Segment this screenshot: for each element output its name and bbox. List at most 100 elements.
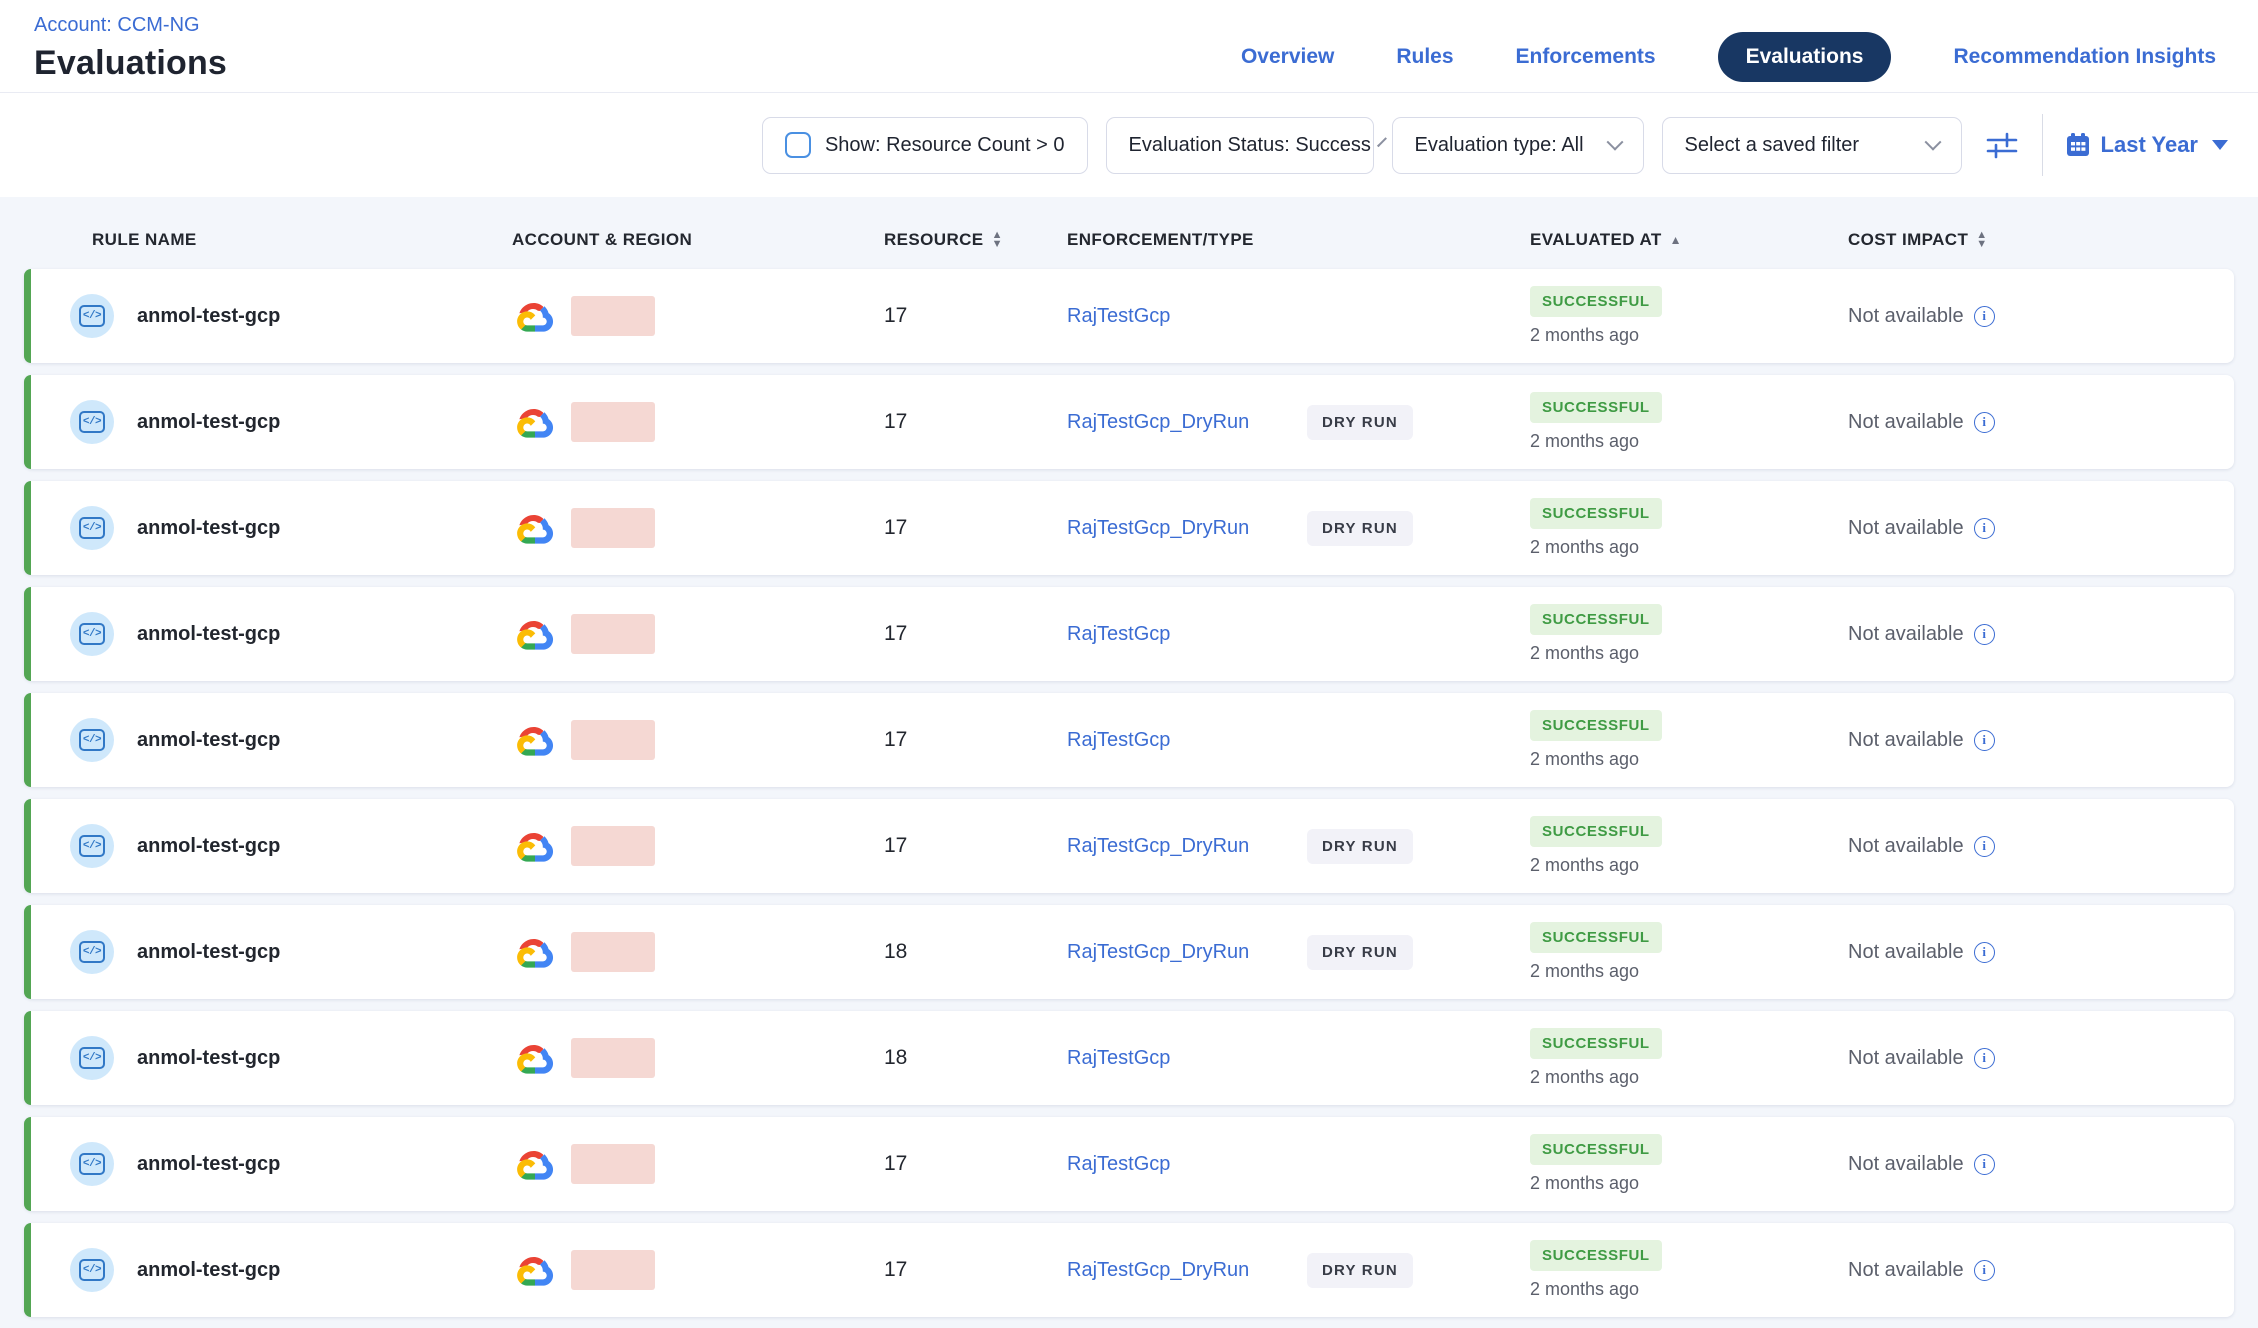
redacted-account-block (571, 614, 655, 654)
table-row[interactable]: </> anmol-test-gcp 18 RajTestGcp_DryRun … (24, 905, 2234, 999)
tab-enforcements[interactable]: Enforcements (1516, 45, 1656, 69)
tab-rules[interactable]: Rules (1396, 45, 1453, 69)
cost-impact-value: Not available (1848, 941, 1964, 964)
status-badge: SUCCESSFUL (1530, 1134, 1662, 1165)
rule-name[interactable]: anmol-test-gcp (137, 517, 280, 540)
rule-name[interactable]: anmol-test-gcp (137, 411, 280, 434)
evaluation-type-dropdown[interactable]: Evaluation type: All (1392, 117, 1644, 174)
evaluated-at-cell: SUCCESSFUL 2 months ago (1524, 816, 1844, 876)
status-badge: SUCCESSFUL (1530, 498, 1662, 529)
table-row[interactable]: </> anmol-test-gcp 17 RajTestGcp_DryRun … (24, 1223, 2234, 1317)
filter-settings-button[interactable] (1980, 123, 2024, 167)
evaluation-status-dropdown[interactable]: Evaluation Status: Success (1106, 117, 1374, 174)
account-breadcrumb[interactable]: Account: CCM-NG (34, 14, 227, 37)
enforcement-link[interactable]: RajTestGcp (1067, 1153, 1307, 1176)
resource-count: 17 (876, 410, 1060, 434)
table-row[interactable]: </> anmol-test-gcp 17 RajTestGcp SUCCES (24, 269, 2234, 363)
info-icon[interactable]: i (1974, 1260, 1995, 1281)
rule-name[interactable]: anmol-test-gcp (137, 941, 280, 964)
column-header-enforcement-type[interactable]: ENFORCEMENT/TYPE (1060, 230, 1524, 250)
account-region-cell (512, 402, 876, 442)
gcp-cloud-icon (512, 616, 556, 652)
info-icon[interactable]: i (1974, 624, 1995, 645)
table-row[interactable]: </> anmol-test-gcp 17 RajTestGcp_DryRun … (24, 799, 2234, 893)
chevron-down-icon (1377, 137, 1387, 147)
evaluated-at-cell: SUCCESSFUL 2 months ago (1524, 1134, 1844, 1194)
evaluated-at-cell: SUCCESSFUL 2 months ago (1524, 286, 1844, 346)
tab-evaluations-active[interactable]: Evaluations (1718, 32, 1892, 82)
cost-impact-cell: Not available i (1844, 517, 2234, 540)
row-status-accent-bar (24, 1223, 31, 1317)
tab-overview[interactable]: Overview (1241, 45, 1334, 69)
column-header-rule-name[interactable]: RULE NAME (24, 230, 512, 250)
column-header-evaluated-at[interactable]: EVALUATED AT ▲ (1524, 230, 1844, 250)
dry-run-badge: DRY RUN (1307, 935, 1413, 970)
resource-count: 17 (876, 1258, 1060, 1282)
redacted-account-block (571, 1144, 655, 1184)
status-badge: SUCCESSFUL (1530, 1240, 1662, 1271)
info-icon[interactable]: i (1974, 306, 1995, 327)
enforcement-cell: RajTestGcp (1060, 1047, 1524, 1070)
enforcement-link[interactable]: RajTestGcp (1067, 305, 1307, 328)
evaluated-time: 2 months ago (1530, 431, 1844, 452)
account-region-cell (512, 826, 876, 866)
sort-both-icon[interactable]: ▲▼ (992, 231, 1003, 249)
table-row[interactable]: </> anmol-test-gcp 17 RajTestGcp SUCCES (24, 587, 2234, 681)
chevron-down-icon (1924, 134, 1941, 151)
enforcement-link[interactable]: RajTestGcp_DryRun (1067, 411, 1307, 434)
info-icon[interactable]: i (1974, 730, 1995, 751)
sort-both-icon[interactable]: ▲▼ (1976, 231, 1987, 249)
enforcement-link[interactable]: RajTestGcp_DryRun (1067, 1259, 1307, 1282)
status-badge: SUCCESSFUL (1530, 1028, 1662, 1059)
enforcement-link[interactable]: RajTestGcp (1067, 623, 1307, 646)
rule-name-cell: </> anmol-test-gcp (24, 400, 512, 444)
account-region-cell (512, 1144, 876, 1184)
rule-name[interactable]: anmol-test-gcp (137, 1047, 280, 1070)
enforcement-link[interactable]: RajTestGcp_DryRun (1067, 941, 1307, 964)
tab-recommendation-insights[interactable]: Recommendation Insights (1953, 45, 2216, 69)
resource-count: 17 (876, 622, 1060, 646)
info-icon[interactable]: i (1974, 1048, 1995, 1069)
column-header-cost-impact[interactable]: COST IMPACT ▲▼ (1844, 230, 2234, 250)
resource-count: 18 (876, 1046, 1060, 1070)
rule-name[interactable]: anmol-test-gcp (137, 623, 280, 646)
info-icon[interactable]: i (1974, 836, 1995, 857)
resource-count: 17 (876, 1152, 1060, 1176)
info-icon[interactable]: i (1974, 518, 1995, 539)
cost-impact-value: Not available (1848, 411, 1964, 434)
rule-icon: </> (70, 1142, 114, 1186)
enforcement-link[interactable]: RajTestGcp (1067, 1047, 1307, 1070)
table-row[interactable]: </> anmol-test-gcp 18 RajTestGcp SUCCES (24, 1011, 2234, 1105)
column-header-resource[interactable]: RESOURCE ▲▼ (876, 230, 1060, 250)
evaluated-time: 2 months ago (1530, 855, 1844, 876)
enforcement-link[interactable]: RajTestGcp (1067, 729, 1307, 752)
rule-icon: </> (70, 400, 114, 444)
rule-name[interactable]: anmol-test-gcp (137, 1153, 280, 1176)
enforcement-link[interactable]: RajTestGcp_DryRun (1067, 517, 1307, 540)
status-badge: SUCCESSFUL (1530, 604, 1662, 635)
resource-count-filter-toggle[interactable]: Show: Resource Count > 0 (762, 117, 1088, 174)
column-header-account-region[interactable]: ACCOUNT & REGION (512, 230, 876, 250)
evaluated-at-cell: SUCCESSFUL 2 months ago (1524, 1028, 1844, 1088)
resource-count-checkbox[interactable] (785, 132, 811, 158)
rule-name[interactable]: anmol-test-gcp (137, 835, 280, 858)
enforcement-link[interactable]: RajTestGcp_DryRun (1067, 835, 1307, 858)
gcp-cloud-icon (512, 510, 556, 546)
table-row[interactable]: </> anmol-test-gcp 17 RajTestGcp_DryRun … (24, 375, 2234, 469)
evaluated-time: 2 months ago (1530, 325, 1844, 346)
saved-filter-dropdown[interactable]: Select a saved filter (1662, 117, 1962, 174)
rule-name[interactable]: anmol-test-gcp (137, 305, 280, 328)
rule-name[interactable]: anmol-test-gcp (137, 729, 280, 752)
table-row[interactable]: </> anmol-test-gcp 17 RajTestGcp SUCCES (24, 693, 2234, 787)
evaluated-time: 2 months ago (1530, 1173, 1844, 1194)
resource-count: 18 (876, 940, 1060, 964)
date-range-picker[interactable]: Last Year (2065, 132, 2228, 158)
enforcement-cell: RajTestGcp (1060, 1153, 1524, 1176)
rule-name[interactable]: anmol-test-gcp (137, 1259, 280, 1282)
sort-ascending-icon[interactable]: ▲ (1670, 233, 1682, 247)
info-icon[interactable]: i (1974, 1154, 1995, 1175)
table-row[interactable]: </> anmol-test-gcp 17 RajTestGcp_DryRun … (24, 481, 2234, 575)
info-icon[interactable]: i (1974, 412, 1995, 433)
info-icon[interactable]: i (1974, 942, 1995, 963)
table-row[interactable]: </> anmol-test-gcp 17 RajTestGcp SUCCES (24, 1117, 2234, 1211)
